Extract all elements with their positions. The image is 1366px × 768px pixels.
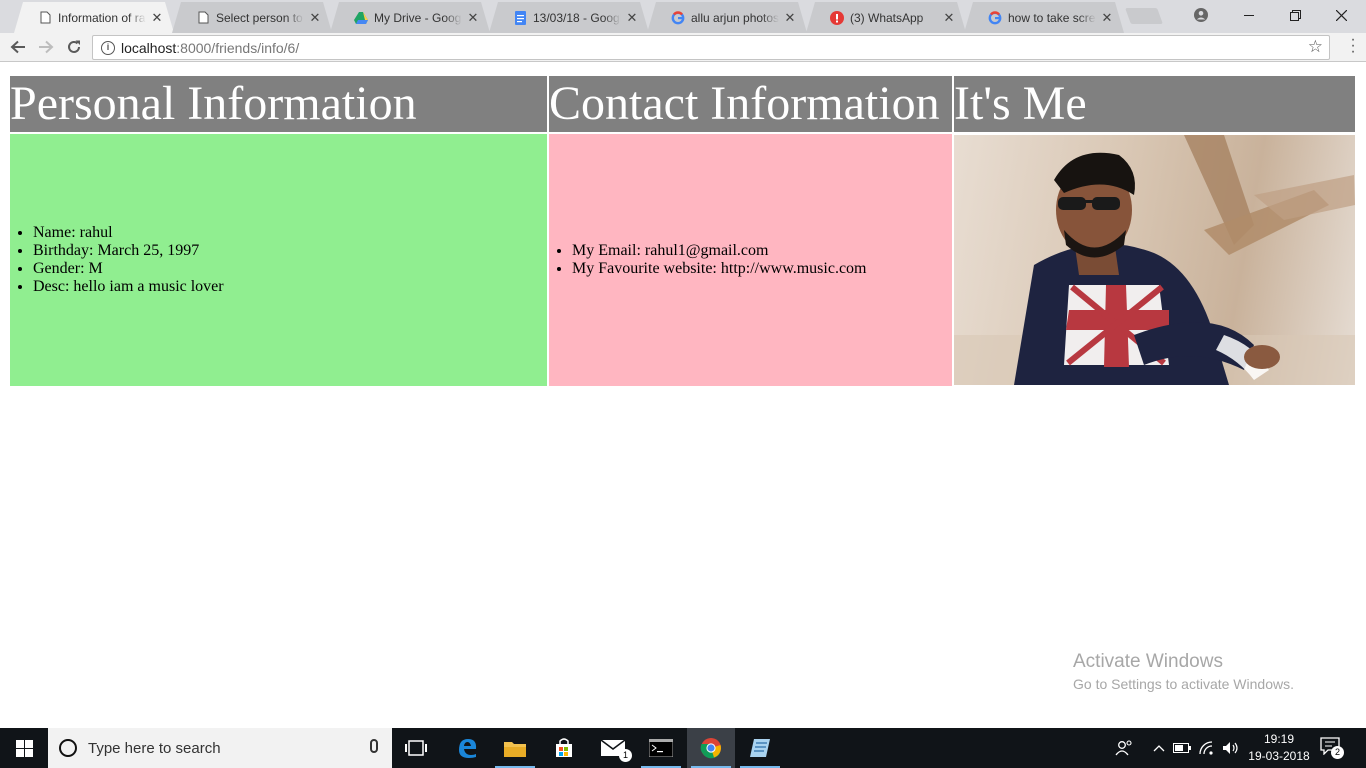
back-icon[interactable]: [6, 35, 30, 59]
close-icon[interactable]: ✕: [466, 10, 480, 26]
taskbar: Type here to search 1 19:19 19-03-2018 2: [0, 728, 1366, 768]
wifi-icon[interactable]: [1197, 728, 1219, 768]
profile-photo: [954, 135, 1355, 385]
tab-information[interactable]: Information of rah ✕: [14, 2, 174, 33]
tab-title: allu arjun photos -: [691, 10, 779, 25]
action-center-icon[interactable]: 2: [1320, 737, 1344, 759]
chevron-up-icon[interactable]: [1150, 728, 1168, 768]
close-icon[interactable]: ✕: [308, 10, 322, 26]
windows-start-button[interactable]: [0, 728, 48, 768]
list-item: Birthday: March 25, 1997: [33, 242, 547, 260]
address-bar[interactable]: i localhost:8000/friends/info/6/ ☆: [92, 35, 1330, 60]
google-icon: [671, 10, 685, 25]
list-item: My Email: rahul1@gmail.com: [572, 242, 952, 260]
mail-icon[interactable]: 1: [589, 728, 637, 768]
list-item: Desc: hello iam a music lover: [33, 278, 547, 296]
tab-title: (3) WhatsApp: [850, 10, 924, 25]
watermark-title: Activate Windows: [1073, 651, 1223, 672]
its-me-heading: It's Me: [954, 76, 1355, 132]
tab-strip: Information of rah ✕ Select person to ch…: [0, 0, 1366, 33]
edge-icon[interactable]: [443, 728, 491, 768]
contact-info-list: My Email: rahul1@gmail.com My Favourite …: [549, 242, 952, 278]
tab-title: 13/03/18 - Google: [533, 10, 621, 25]
personal-info-cell: Name: rahul Birthday: March 25, 1997 Gen…: [10, 134, 547, 386]
tab-title: Select person to ch: [216, 10, 304, 25]
docs-icon: [513, 10, 527, 25]
people-icon[interactable]: [1112, 728, 1136, 768]
microphone-icon[interactable]: [370, 739, 378, 753]
mail-badge: 1: [619, 749, 632, 762]
battery-icon[interactable]: [1172, 728, 1192, 768]
store-icon[interactable]: [540, 728, 588, 768]
contact-info-cell: My Email: rahul1@gmail.com My Favourite …: [549, 134, 952, 386]
tab-whatsapp[interactable]: (3) WhatsApp ✕: [806, 2, 966, 33]
reload-icon[interactable]: [62, 35, 86, 59]
chrome-menu-icon[interactable]: · · ·: [1350, 32, 1356, 60]
command-prompt-icon[interactable]: [637, 728, 685, 768]
tab-my-drive[interactable]: My Drive - Google ✕: [330, 2, 490, 33]
close-window-button[interactable]: [1318, 0, 1364, 30]
taskbar-clock[interactable]: 19:19 19-03-2018: [1244, 731, 1314, 765]
drive-icon: [354, 11, 368, 25]
personal-info-list: Name: rahul Birthday: March 25, 1997 Gen…: [10, 224, 547, 296]
close-icon[interactable]: ✕: [625, 10, 639, 26]
url-path: :8000/friends/info/6/: [176, 39, 300, 56]
activate-windows-watermark: Activate Windows Go to Settings to activ…: [1073, 651, 1294, 692]
tab-google-doc[interactable]: 13/03/18 - Google ✕: [489, 2, 649, 33]
profile-icon[interactable]: [1178, 0, 1224, 30]
task-view-icon[interactable]: [392, 728, 440, 768]
forward-icon[interactable]: [34, 35, 58, 59]
page-icon: [196, 11, 210, 25]
file-explorer-icon[interactable]: [491, 728, 539, 768]
cortana-icon: [59, 739, 77, 757]
close-icon[interactable]: ✕: [150, 10, 164, 26]
chrome-icon[interactable]: [687, 728, 735, 768]
volume-icon[interactable]: [1220, 728, 1242, 768]
info-table: Personal Information Contact Information…: [8, 74, 1357, 388]
close-icon[interactable]: ✕: [783, 10, 797, 26]
minimize-button[interactable]: [1226, 0, 1272, 30]
close-icon[interactable]: ✕: [942, 10, 956, 26]
page-icon: [38, 11, 52, 25]
list-item: Name: rahul: [33, 224, 547, 242]
google-icon: [988, 10, 1002, 25]
url-host: localhost: [121, 39, 177, 56]
tab-allu-arjun-photos[interactable]: allu arjun photos - ✕: [647, 2, 807, 33]
info-icon[interactable]: i: [101, 40, 115, 55]
taskbar-search-box[interactable]: Type here to search: [48, 728, 392, 768]
watermark-subtitle: Go to Settings to activate Windows.: [1073, 676, 1294, 692]
restore-button[interactable]: [1272, 0, 1318, 30]
tab-title: Information of rah: [58, 10, 146, 25]
list-item: My Favourite website: http://www.music.c…: [572, 260, 952, 278]
tab-title: My Drive - Google: [374, 10, 462, 25]
page-content: Personal Information Contact Information…: [0, 63, 1366, 728]
notepad-icon[interactable]: [736, 728, 784, 768]
clock-time: 19:19: [1263, 732, 1295, 746]
whatsapp-icon: [830, 10, 844, 25]
list-item: Gender: M: [33, 260, 547, 278]
bookmark-star-icon[interactable]: ☆: [1308, 37, 1323, 57]
contact-info-heading: Contact Information: [549, 76, 952, 132]
personal-info-heading: Personal Information: [10, 76, 547, 132]
close-icon[interactable]: ✕: [1100, 10, 1114, 26]
new-tab-button[interactable]: [1125, 8, 1163, 24]
tab-select-person[interactable]: Select person to ch ✕: [172, 2, 332, 33]
notification-badge: 2: [1331, 746, 1344, 759]
photo-cell: [954, 134, 1355, 386]
tab-title: how to take screen: [1008, 10, 1096, 25]
tab-how-to-take-screenshot[interactable]: how to take screen ✕: [964, 2, 1124, 33]
search-placeholder: Type here to search: [88, 739, 221, 757]
clock-date: 19-03-2018: [1248, 749, 1310, 763]
browser-toolbar: i localhost:8000/friends/info/6/ ☆ · · ·: [0, 32, 1366, 62]
